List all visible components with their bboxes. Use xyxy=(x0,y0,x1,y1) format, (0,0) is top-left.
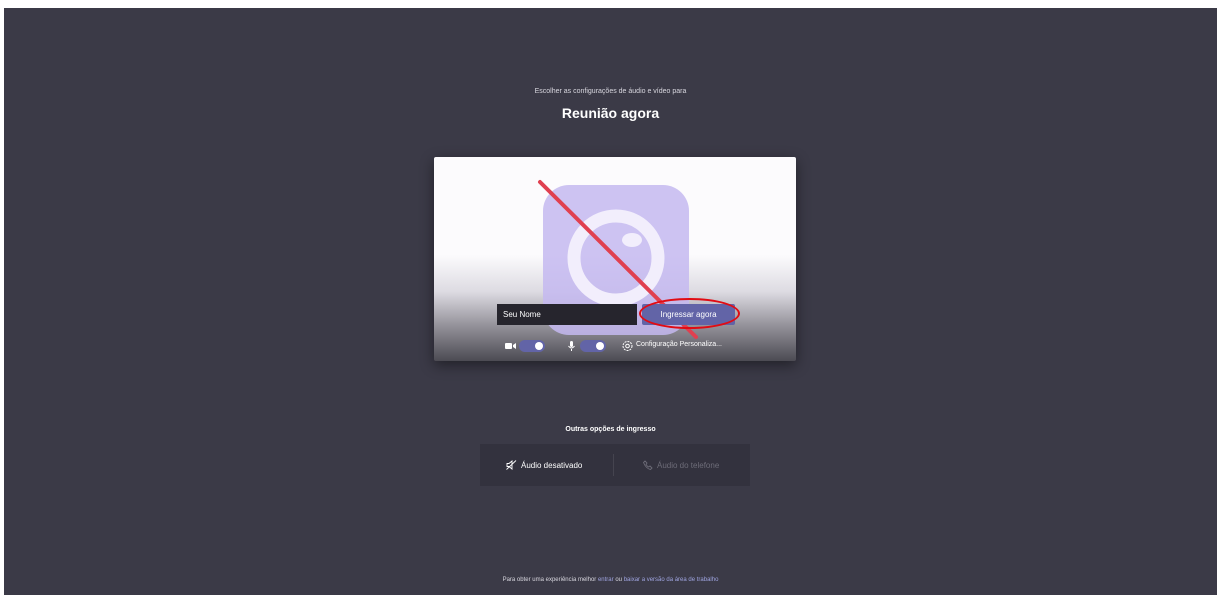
download-desktop-link[interactable]: baixar a versão da área de trabalho xyxy=(624,577,719,583)
device-settings-link[interactable]: Configuração Personaliza... xyxy=(636,341,722,348)
microphone-toggle[interactable] xyxy=(580,340,606,352)
prejoin-subtitle: Escolher as configurações de áudio e víd… xyxy=(534,88,687,95)
footer-prefix: Para obter uma experiência melhor xyxy=(502,577,597,583)
sign-in-link[interactable]: entrar xyxy=(598,577,614,583)
video-preview-card: Ingressar agora Configuração Personaliza… xyxy=(434,157,796,361)
phone-icon xyxy=(643,460,653,470)
options-divider xyxy=(613,454,614,476)
gear-icon[interactable] xyxy=(621,340,634,352)
other-join-options-title: Outras opções de ingresso xyxy=(565,426,656,433)
audio-off-label: Áudio desativado xyxy=(521,460,583,470)
meeting-title: Reunião agora xyxy=(561,105,660,121)
meeting-prejoin-screen: Escolher as configurações de áudio e víd… xyxy=(4,8,1217,595)
microphone-icon xyxy=(568,341,575,351)
camera-icon xyxy=(505,343,516,349)
name-input[interactable] xyxy=(497,304,637,325)
footer-message: Para obter uma experiência melhor entrar… xyxy=(4,577,1217,583)
audio-off-option[interactable]: Áudio desativado xyxy=(506,444,582,486)
lens-glint xyxy=(622,233,642,247)
join-now-button[interactable]: Ingressar agora xyxy=(642,304,735,325)
media-controls: Configuração Personaliza... xyxy=(434,338,796,354)
phone-audio-label: Áudio do telefone xyxy=(657,460,720,470)
camera-off-illustration xyxy=(538,180,698,339)
footer-or: ou xyxy=(615,577,623,583)
phone-audio-option[interactable]: Áudio do telefone xyxy=(643,444,719,486)
camera-toggle[interactable] xyxy=(519,340,545,352)
speaker-muted-icon xyxy=(506,460,517,470)
other-join-options: Áudio desativado Áudio do telefone xyxy=(480,444,750,486)
